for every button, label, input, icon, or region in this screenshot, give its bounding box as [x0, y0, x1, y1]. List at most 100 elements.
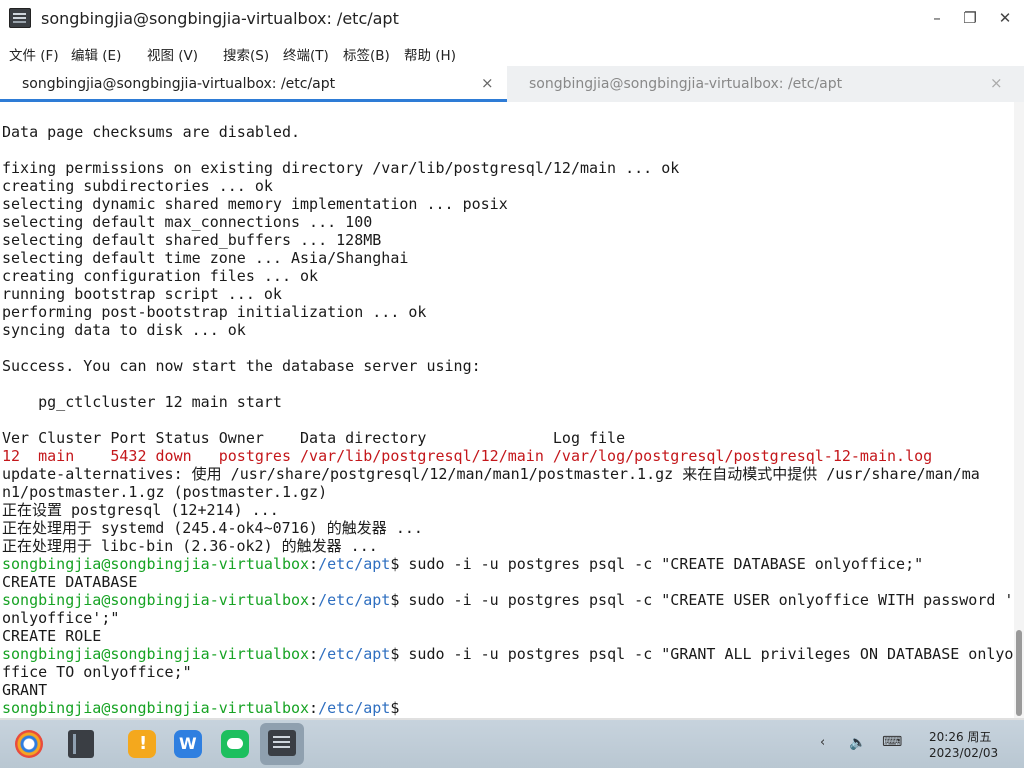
- menu-search[interactable]: 搜索(S): [223, 44, 269, 64]
- terminal-line: running bootstrap script ... ok: [2, 285, 1013, 303]
- close-icon[interactable]: ✕: [995, 8, 1015, 28]
- prompt-user: songbingjia@songbingjia-virtualbox: [2, 699, 310, 717]
- terminal-line: selecting dynamic shared memory implemen…: [2, 195, 1013, 213]
- prompt-path: /etc/apt: [318, 591, 391, 609]
- menu-help[interactable]: 帮助 (H): [404, 44, 456, 64]
- minimize-icon[interactable]: –: [927, 8, 947, 28]
- tab-close-icon[interactable]: ×: [990, 74, 1003, 92]
- terminal-text-segment: $ sudo -i -u postgres psql -c "CREATE US…: [390, 591, 1014, 609]
- menu-edit[interactable]: 编辑 (E): [71, 44, 121, 64]
- terminal-line: Success. You can now start the database …: [2, 357, 1013, 375]
- clock-date[interactable]: 2023/02/03: [929, 746, 998, 760]
- taskbar: ‹ 🔈 ⌨ 20:26 周五 2023/02/03: [0, 720, 1024, 768]
- terminal-line: Data page checksums are disabled.: [2, 123, 1013, 141]
- terminal-line: n1/postmaster.1.gz (postmaster.1.gz): [2, 483, 1013, 501]
- terminal-text-segment: performing post-bootstrap initialization…: [2, 303, 427, 321]
- terminal-app-icon: [9, 8, 31, 28]
- menu-bar: 文件 (F) 编辑 (E) 视图 (V) 搜索(S) 终端(T) 标签(B) 帮…: [0, 38, 1024, 66]
- terminal-line: creating subdirectories ... ok: [2, 177, 1013, 195]
- terminal-line: songbingjia@songbingjia-virtualbox:/etc/…: [2, 699, 1013, 717]
- terminal-line: CREATE ROLE: [2, 627, 1013, 645]
- menu-terminal[interactable]: 终端(T): [283, 44, 329, 64]
- terminal-text-segment: $ sudo -i -u postgres psql -c "GRANT ALL…: [390, 645, 1014, 663]
- terminal-line: ffice TO onlyoffice;": [2, 663, 1013, 681]
- clock-time[interactable]: 20:26 周五: [929, 728, 991, 745]
- terminal-line: onlyoffice';": [2, 609, 1013, 627]
- tab-close-icon[interactable]: ×: [481, 74, 494, 92]
- terminal-line: GRANT: [2, 681, 1013, 699]
- terminal-line: 12 main 5432 down postgres /var/lib/post…: [2, 447, 1013, 465]
- terminal-text-segment: onlyoffice';": [2, 609, 120, 627]
- terminal-line: creating configuration files ... ok: [2, 267, 1013, 285]
- prompt-path: /etc/apt: [318, 555, 391, 573]
- prompt-user: songbingjia@songbingjia-virtualbox: [2, 645, 310, 663]
- vertical-scrollbar[interactable]: [1014, 102, 1024, 718]
- terminal-line: update-alternatives: 使用 /usr/share/postg…: [2, 465, 1013, 483]
- terminal-line: 正在处理用于 libc-bin (2.36-ok2) 的触发器 ...: [2, 537, 1013, 555]
- terminal-line: performing post-bootstrap initialization…: [2, 303, 1013, 321]
- terminal-text-segment: 正在设置 postgresql (12+214) ...: [2, 501, 279, 519]
- terminal-line: selecting default max_connections ... 10…: [2, 213, 1013, 231]
- terminal-text-segment: creating subdirectories ... ok: [2, 177, 273, 195]
- terminal-line: 正在处理用于 systemd (245.4-ok4~0716) 的触发器 ...: [2, 519, 1013, 537]
- terminal-text-segment: :: [309, 555, 319, 573]
- notes-icon[interactable]: [128, 730, 156, 758]
- terminal-text-segment: $ sudo -i -u postgres psql -c "CREATE DA…: [390, 555, 924, 573]
- prompt-path: /etc/apt: [318, 645, 391, 663]
- terminal-text-segment: selecting default shared_buffers ... 128…: [2, 231, 382, 249]
- taskbar-terminal-button[interactable]: [260, 723, 304, 765]
- scrollbar-thumb[interactable]: [1016, 630, 1022, 716]
- prompt-user: songbingjia@songbingjia-virtualbox: [2, 555, 310, 573]
- terminal-text-segment: 正在处理用于 systemd (245.4-ok4~0716) 的触发器 ...: [2, 519, 423, 537]
- terminal-text-segment: :: [309, 699, 319, 717]
- terminal-line: fixing permissions on existing directory…: [2, 159, 1013, 177]
- terminal-text-segment: selecting default max_connections ... 10…: [2, 213, 373, 231]
- terminal-line: songbingjia@songbingjia-virtualbox:/etc/…: [2, 555, 1013, 573]
- tab-terminal-1[interactable]: songbingjia@songbingjia-virtualbox: /etc…: [0, 66, 507, 102]
- terminal-line: syncing data to disk ... ok: [2, 321, 1013, 339]
- start-menu-icon[interactable]: [15, 730, 43, 758]
- tab-bar: songbingjia@songbingjia-virtualbox: /etc…: [0, 66, 1024, 102]
- terminal-text-segment: CREATE ROLE: [2, 627, 102, 645]
- volume-icon[interactable]: 🔈: [849, 735, 866, 751]
- terminal-line: pg_ctlcluster 12 main start: [2, 393, 1013, 411]
- terminal-text-segment: :: [309, 591, 319, 609]
- tab-label: songbingjia@songbingjia-virtualbox: /etc…: [22, 76, 336, 92]
- file-manager-icon[interactable]: [68, 730, 94, 758]
- menu-tabs[interactable]: 标签(B): [343, 44, 390, 64]
- wechat-icon[interactable]: [221, 730, 249, 758]
- terminal-text-segment: syncing data to disk ... ok: [2, 321, 246, 339]
- terminal-text-segment: Data page checksums are disabled.: [2, 123, 301, 141]
- terminal-text-segment: :: [309, 645, 319, 663]
- terminal-text-segment: Ver Cluster Port Status Owner Data direc…: [2, 429, 626, 447]
- prompt-path: /etc/apt: [318, 699, 391, 717]
- menu-file[interactable]: 文件 (F): [9, 44, 59, 64]
- terminal-line: songbingjia@songbingjia-virtualbox:/etc/…: [2, 591, 1013, 609]
- terminal-text-segment: ffice TO onlyoffice;": [2, 663, 192, 681]
- terminal-text-segment: update-alternatives: 使用 /usr/share/postg…: [2, 465, 980, 483]
- tray-expand-icon[interactable]: ‹: [820, 735, 825, 750]
- terminal-text-segment: $: [390, 699, 409, 717]
- terminal-text-segment: pg_ctlcluster 12 main start: [2, 393, 282, 411]
- terminal-line: selecting default shared_buffers ... 128…: [2, 231, 1013, 249]
- window-titlebar: songbingjia@songbingjia-virtualbox: /etc…: [0, 0, 1024, 38]
- prompt-user: songbingjia@songbingjia-virtualbox: [2, 591, 310, 609]
- menu-view[interactable]: 视图 (V): [147, 44, 198, 64]
- terminal-text-segment: Success. You can now start the database …: [2, 357, 481, 375]
- keyboard-icon[interactable]: ⌨: [882, 734, 902, 750]
- terminal-text-segment: 正在处理用于 libc-bin (2.36-ok2) 的触发器 ...: [2, 537, 378, 555]
- tab-label: songbingjia@songbingjia-virtualbox: /etc…: [529, 76, 843, 92]
- wps-office-icon[interactable]: [174, 730, 202, 758]
- tab-terminal-2[interactable]: songbingjia@songbingjia-virtualbox: /etc…: [507, 66, 1024, 102]
- terminal-icon: [268, 730, 296, 756]
- terminal-text-segment: selecting dynamic shared memory implemen…: [2, 195, 508, 213]
- terminal-text: Data page checksums are disabled. fixing …: [2, 123, 1013, 717]
- terminal-output[interactable]: Data page checksums are disabled. fixing …: [0, 102, 1014, 718]
- restore-icon[interactable]: ❐: [960, 8, 980, 28]
- terminal-line: Ver Cluster Port Status Owner Data direc…: [2, 429, 1013, 447]
- terminal-text-segment: selecting default time zone ... Asia/Sha…: [2, 249, 409, 267]
- window-title: songbingjia@songbingjia-virtualbox: /etc…: [41, 9, 399, 28]
